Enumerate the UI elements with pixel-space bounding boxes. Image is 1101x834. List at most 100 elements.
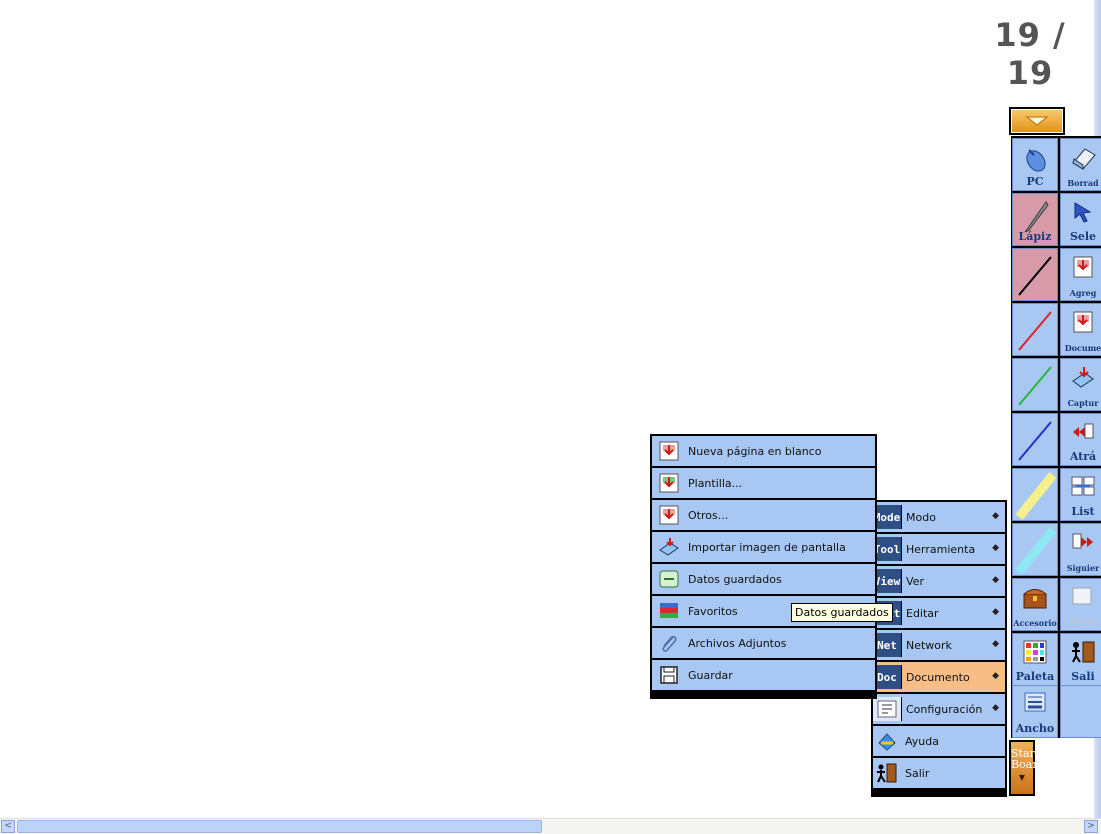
help-icon [873, 729, 901, 753]
tool-select[interactable]: Sele [1060, 193, 1101, 246]
tool-width[interactable]: Ancho [1012, 685, 1058, 738]
toolbar-collapse-button[interactable] [1009, 107, 1065, 135]
tool-pc[interactable]: PC [1012, 138, 1058, 191]
menu-item-exit[interactable]: Salir [873, 758, 1005, 788]
tool-label: List [1071, 505, 1095, 518]
submenu-arrow-icon: ◆ [992, 511, 999, 521]
submenu-arrow-icon: ◆ [992, 607, 999, 617]
menu-item-label: Modo [906, 510, 936, 524]
settings-icon [873, 697, 902, 721]
tool-add-page[interactable]: Agreg [1060, 248, 1101, 301]
exit-door-icon [1072, 641, 1095, 663]
pen-color-green[interactable] [1012, 358, 1058, 411]
red-line-icon [1018, 311, 1052, 351]
tool-label: Borr [1068, 615, 1098, 628]
tool-palette[interactable]: Paleta [1012, 633, 1058, 686]
starboard-line2: Board [1011, 758, 1045, 771]
tool-accessory[interactable]: Accesorio [1012, 578, 1058, 631]
menu-item-label: Ayuda [905, 734, 939, 748]
submenu-item-save[interactable]: Guardar [652, 660, 875, 690]
select-arrow-icon [1074, 202, 1092, 223]
toolbar-empty-slot [1060, 685, 1101, 738]
submenu-item-others[interactable]: Otros... [652, 500, 875, 530]
tool-next[interactable]: Siguier [1060, 523, 1101, 576]
submenu-item-attachments[interactable]: Archivos Adjuntos [652, 628, 875, 658]
starboard-toolbar: PC Lápiz Accesorio Paleta Ancho Borrad S [1011, 136, 1101, 738]
add-page-icon [1073, 256, 1093, 278]
tool-label: Agreg [1069, 288, 1097, 298]
clear-icon [1072, 587, 1092, 605]
pen-color-blue[interactable] [1012, 413, 1058, 466]
tool-label: Sele [1069, 230, 1097, 243]
template-icon [656, 472, 682, 494]
menu-item-edit[interactable]: EditEditar◆ [873, 598, 1005, 628]
cyan-highlighter-icon [1015, 527, 1057, 575]
submenu-item-label: Nueva página en blanco [688, 444, 822, 458]
scrollbar-thumb[interactable] [17, 820, 542, 833]
menu-item-mode[interactable]: Mode Modo ◆ [873, 502, 1005, 532]
tool-label: Captur [1067, 398, 1099, 408]
menu-item-settings[interactable]: Configuración ◆ [873, 694, 1005, 724]
menu-item-tool[interactable]: Tool Herramienta ◆ [873, 534, 1005, 564]
yellow-highlighter-icon [1015, 472, 1057, 520]
tool-label: Sali [1071, 670, 1095, 683]
tool-label: Atrá [1069, 450, 1097, 463]
view-tag-icon: View [873, 569, 902, 593]
tool-capture[interactable]: Captur [1060, 358, 1101, 411]
menu-item-label: Herramienta [906, 542, 976, 556]
triangle-down-icon: ▼ [1018, 773, 1026, 782]
pen-color-black[interactable] [1012, 248, 1058, 301]
tool-label: Borrad [1067, 178, 1099, 188]
highlighter-yellow[interactable] [1012, 468, 1058, 521]
chevron-right-icon: > [1087, 821, 1095, 831]
exit-door-icon [873, 761, 901, 785]
menu-item-view[interactable]: View Ver ◆ [873, 566, 1005, 596]
tool-label: Ancho [1015, 722, 1055, 735]
menu-item-document[interactable]: Doc Documento ◆ [873, 662, 1005, 692]
paperclip-icon [656, 632, 682, 654]
highlighter-cyan[interactable] [1012, 523, 1058, 576]
tool-eraser[interactable]: Borrad [1060, 138, 1101, 191]
other-pages-icon [656, 504, 682, 526]
back-arrow-icon [1073, 423, 1094, 439]
net-tag-icon: Net [873, 633, 902, 657]
treasure-chest-icon [1023, 589, 1047, 609]
submenu-arrow-icon: ◆ [992, 575, 999, 585]
submenu-item-saved-data[interactable]: Datos guardados [652, 564, 875, 594]
submenu-arrow-icon: ◆ [992, 703, 999, 713]
tool-label: Docume [1064, 343, 1101, 353]
tool-pencil[interactable]: Lápiz [1012, 193, 1058, 246]
tool-tag-icon: Tool [873, 537, 902, 561]
pen-color-red[interactable] [1012, 303, 1058, 356]
page-counter: 19 / 19 [994, 16, 1066, 92]
submenu-item-template[interactable]: Plantilla... [652, 468, 875, 498]
black-line-icon [1018, 256, 1052, 296]
tool-exit[interactable]: Sali [1060, 633, 1101, 686]
menu-item-label: Salir [905, 766, 930, 780]
document-submenu: Nueva página en blanco Plantilla... Otro… [650, 434, 877, 699]
floppy-disk-icon [656, 664, 682, 686]
starboard-main-menu: Mode Modo ◆ Tool Herramienta ◆ View Ver ◆ Edit… [871, 500, 1007, 797]
menu-item-help[interactable]: Ayuda [873, 726, 1005, 756]
menu-item-network[interactable]: Net Network ◆ [873, 630, 1005, 660]
tool-back[interactable]: Atrá [1060, 413, 1101, 466]
starboard-menu-button[interactable]: Star Board ▼ [1009, 740, 1045, 796]
mouse-icon [1026, 149, 1046, 172]
scroll-right-button[interactable]: > [1084, 820, 1098, 833]
submenu-item-label: Archivos Adjuntos [688, 636, 787, 650]
eraser-icon [1072, 148, 1096, 170]
submenu-item-import-screen[interactable]: Importar imagen de pantalla [652, 532, 875, 562]
tool-label: Lápiz [1018, 230, 1052, 243]
tool-clear[interactable]: Borr [1060, 578, 1101, 631]
menu-item-label: Editar [906, 606, 939, 620]
tool-list[interactable]: List [1060, 468, 1101, 521]
tool-document[interactable]: Docume [1060, 303, 1101, 356]
document-icon [1073, 311, 1093, 333]
doc-tag-icon: Doc [873, 665, 902, 689]
tooltip: Datos guardados [791, 603, 893, 622]
horizontal-scrollbar[interactable]: < > [0, 818, 1101, 834]
capture-icon [1072, 367, 1094, 388]
submenu-arrow-icon: ◆ [992, 543, 999, 553]
submenu-item-new-blank-page[interactable]: Nueva página en blanco [652, 436, 875, 466]
scroll-left-button[interactable]: < [1, 820, 15, 833]
